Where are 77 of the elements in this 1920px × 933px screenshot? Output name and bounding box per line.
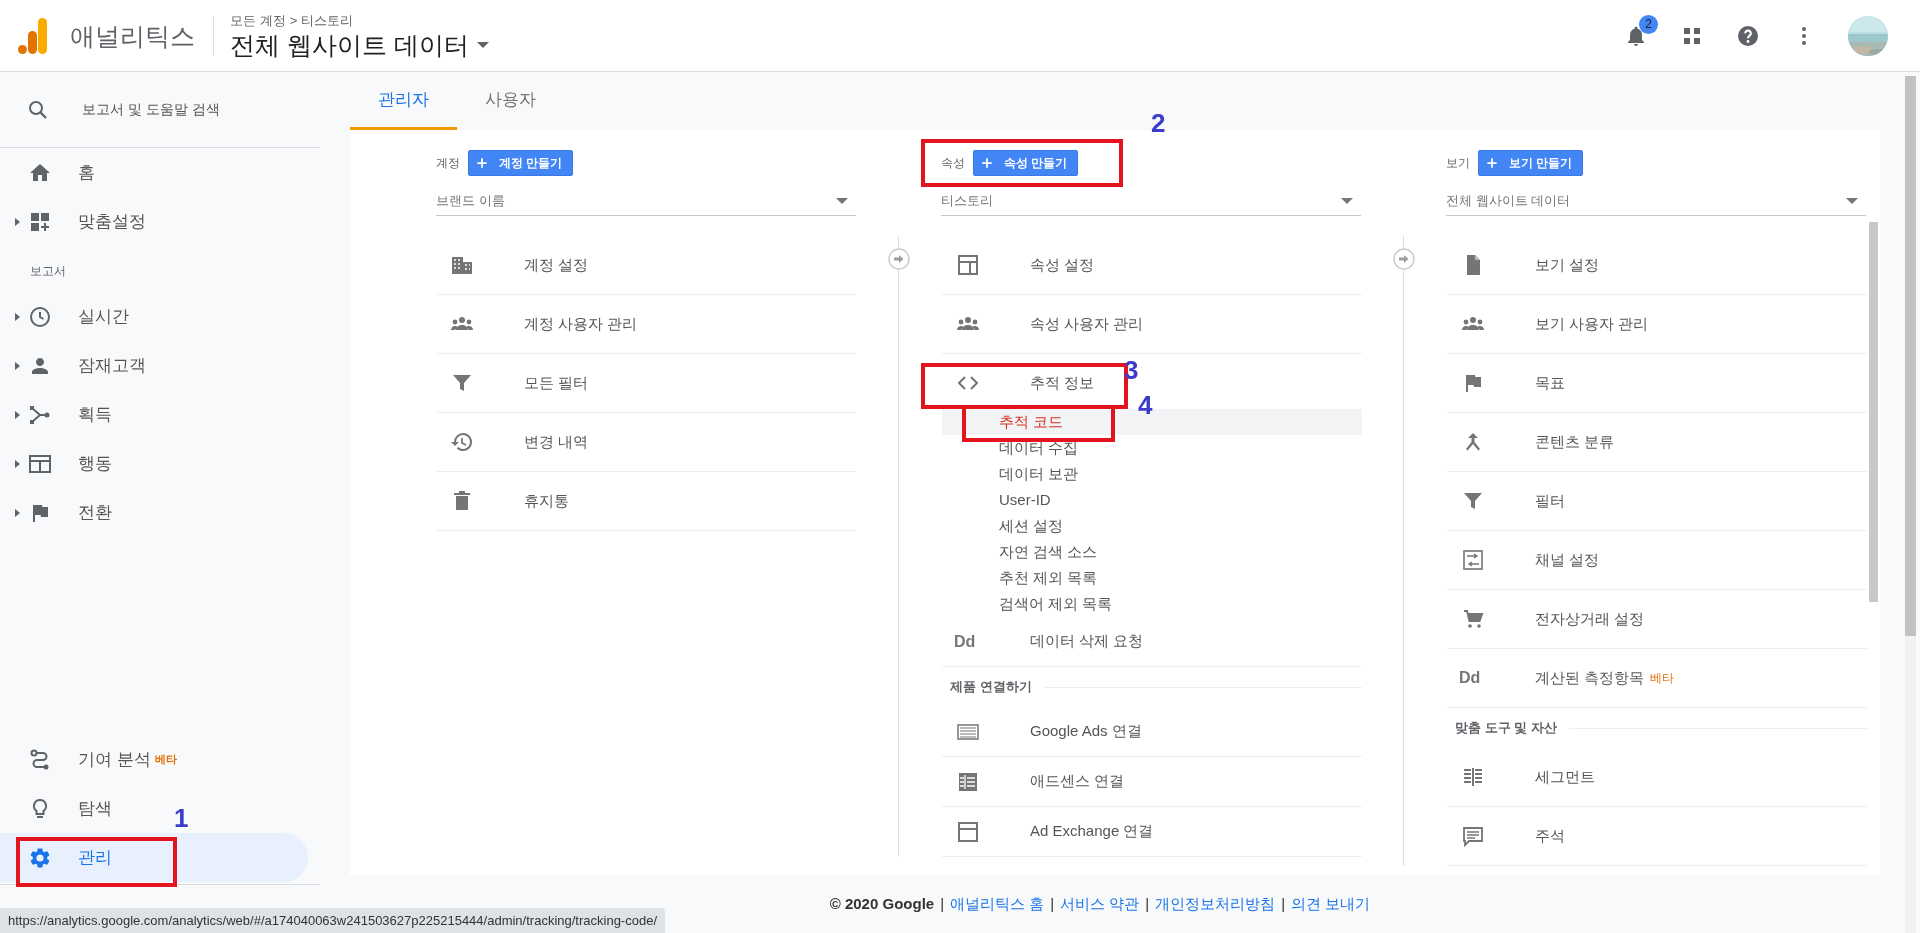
nav-item[interactable]: 기여 분석 $^{베타}$ — [0, 735, 177, 784]
menu-link[interactable]: 계정 사용자 관리 — [436, 295, 856, 353]
step-number: 4 — [1138, 392, 1153, 418]
beta-label: 베타 — [1650, 670, 1675, 687]
create-button[interactable]: 보기 만들기 — [1478, 150, 1584, 176]
nav-item[interactable]: 탐색 — [0, 784, 168, 833]
nav-item[interactable]: 실시간 — [0, 292, 168, 341]
create-button[interactable]: 속성 만들기 — [973, 150, 1079, 176]
menu-link[interactable]: 채널 설정 — [1447, 531, 1867, 589]
footer-link[interactable]: 개인정보처리방침 — [1155, 892, 1276, 916]
search-field[interactable]: 보고서 및 도움말 검색 — [80, 98, 300, 121]
section-heading: 맞춤 도구 및 자산 — [1455, 719, 1557, 738]
nav-item[interactable]: 맞춤설정 — [0, 197, 168, 246]
menu-link[interactable]: 세그먼트 — [1447, 748, 1867, 806]
submenu-link[interactable]: 자연 검색 소스 — [999, 539, 1098, 565]
menu-link[interactable]: 전자상거래 설정 — [1447, 590, 1867, 648]
step-number: 2 — [1151, 110, 1166, 136]
nav-item[interactable]: 홈 — [0, 148, 168, 197]
view-selector[interactable]: 전체 웹사이트 데이터 — [230, 30, 469, 61]
section-heading: 제품 연결하기 — [950, 678, 1032, 697]
create-button[interactable]: 계정 만들기 — [468, 150, 574, 176]
menu-link[interactable]: 속성 사용자 관리 — [942, 295, 1362, 353]
submenu-link[interactable]: User-ID — [999, 487, 1051, 513]
column-label: 보기 — [1446, 155, 1470, 172]
copyright-text: © 2020 Google — [829, 893, 935, 914]
notification-count: 2 — [1639, 15, 1658, 35]
menu-link[interactable]: 속성 설정 — [942, 236, 1362, 294]
menu-link[interactable]: 변경 내역 — [436, 413, 856, 471]
footer-link[interactable]: 서비스 약관 — [1060, 892, 1140, 916]
data-icon: Dd — [954, 629, 982, 654]
menu-link[interactable]: 계정 설정 — [436, 236, 856, 294]
menu-link[interactable]: Ad Exchange 연결 — [942, 807, 1362, 856]
nav-item[interactable]: 전환 — [0, 488, 168, 537]
data-icon: Dd — [1459, 666, 1487, 690]
submenu-link[interactable]: 추천 제외 목록 — [999, 565, 1098, 591]
submenu-link[interactable]: 데이터 보관 — [999, 461, 1079, 487]
nav-item[interactable]: 획득 — [0, 390, 168, 439]
menu-link[interactable]: 목표 — [1447, 354, 1867, 412]
status-url: https://analytics.google.com/analytics/web/#/a174040063w241503627p225215444/admin/tracking/tracking-code/ — [0, 907, 665, 933]
submenu-link[interactable]: 세션 설정 — [999, 513, 1064, 539]
link-separator: | — [1050, 893, 1055, 914]
nav-item[interactable]: 관리 — [0, 833, 308, 882]
menu-link[interactable]: 애드센스 연결 — [942, 757, 1362, 806]
step-number: 1 — [174, 805, 189, 831]
dropdown-field[interactable]: 브랜드 이름 — [436, 186, 856, 216]
menu-link[interactable]: Dd 데이터 삭제 요청 — [942, 617, 1362, 666]
app-name: 애널리틱스 — [70, 15, 214, 56]
dropdown-field[interactable]: 티스토리 — [941, 186, 1361, 216]
beta-label: 베타 — [154, 752, 177, 768]
footer-link[interactable]: 의견 보내기 — [1291, 892, 1371, 916]
link-separator: | — [1281, 893, 1286, 914]
dropdown-field[interactable]: 전체 웹사이트 데이터 — [1446, 186, 1866, 216]
breadcrumb-link[interactable]: 모든 계정 — [230, 10, 286, 31]
nav-item[interactable]: 잠재고객 — [0, 341, 168, 390]
column-label: 속성 — [941, 155, 965, 172]
menu-link[interactable]: 콘텐츠 분류 — [1447, 413, 1867, 471]
footer-link[interactable]: 애널리틱스 홈 — [950, 892, 1045, 916]
menu-link[interactable]: 추적 정보 — [1030, 371, 1095, 395]
menu-link[interactable]: Dd 계산된 측정항목 베타 — [1447, 649, 1867, 707]
link-separator: | — [1145, 893, 1150, 914]
section-label: 보고서 — [29, 263, 67, 280]
link-separator: | — [940, 893, 945, 914]
menu-link[interactable]: 필터 — [1447, 472, 1867, 530]
column-label: 계정 — [436, 155, 460, 172]
tab[interactable]: 사용자 — [457, 72, 564, 130]
menu-link[interactable]: 휴지통 — [436, 472, 856, 530]
submenu-link[interactable]: 검색어 제외 목록 — [999, 591, 1113, 617]
menu-link[interactable]: 모든 필터 — [436, 354, 856, 412]
submenu-link[interactable]: 추적 코드 — [999, 409, 1064, 435]
menu-link[interactable]: 보기 설정 — [1447, 236, 1867, 294]
breadcrumb-separator: > — [289, 11, 298, 30]
menu-link[interactable]: Google Ads 연결 — [942, 707, 1362, 756]
submenu-link[interactable]: 데이터 수집 — [999, 435, 1079, 461]
breadcrumb-link[interactable]: 티스토리 — [301, 10, 354, 31]
nav-item[interactable]: 행동 — [0, 439, 168, 488]
menu-link[interactable]: 주석 — [1447, 807, 1867, 865]
menu-link[interactable]: 보기 사용자 관리 — [1447, 295, 1867, 353]
